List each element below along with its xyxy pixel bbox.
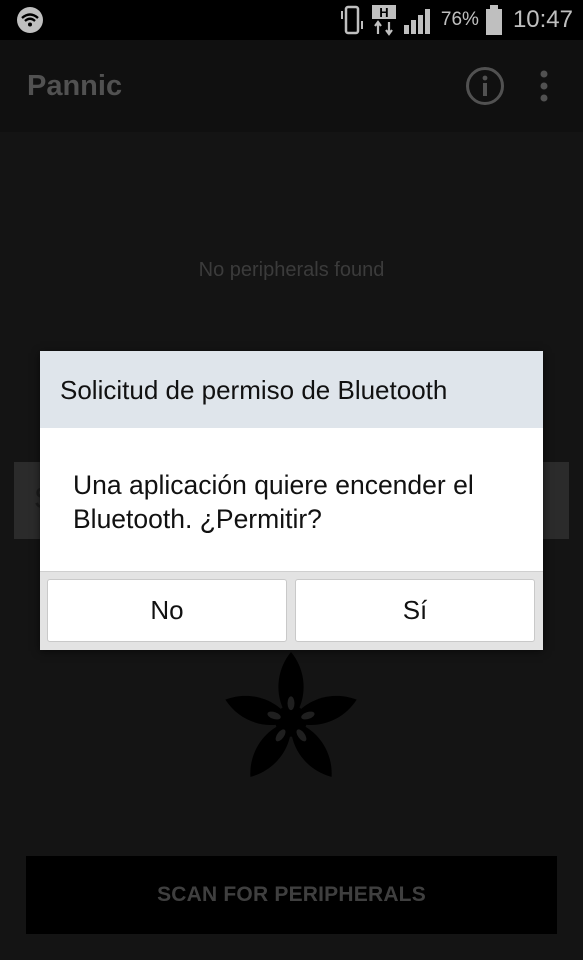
allow-button[interactable]: Sí xyxy=(295,579,535,642)
bluetooth-permission-dialog: Solicitud de permiso de Bluetooth Una ap… xyxy=(40,351,543,650)
dialog-title: Solicitud de permiso de Bluetooth xyxy=(60,375,448,405)
dialog-message: Una aplicación quiere encender el Blueto… xyxy=(73,470,474,534)
dialog-title-bar: Solicitud de permiso de Bluetooth xyxy=(40,351,543,428)
dialog-button-bar: No Sí xyxy=(40,571,543,650)
deny-button[interactable]: No xyxy=(47,579,287,642)
